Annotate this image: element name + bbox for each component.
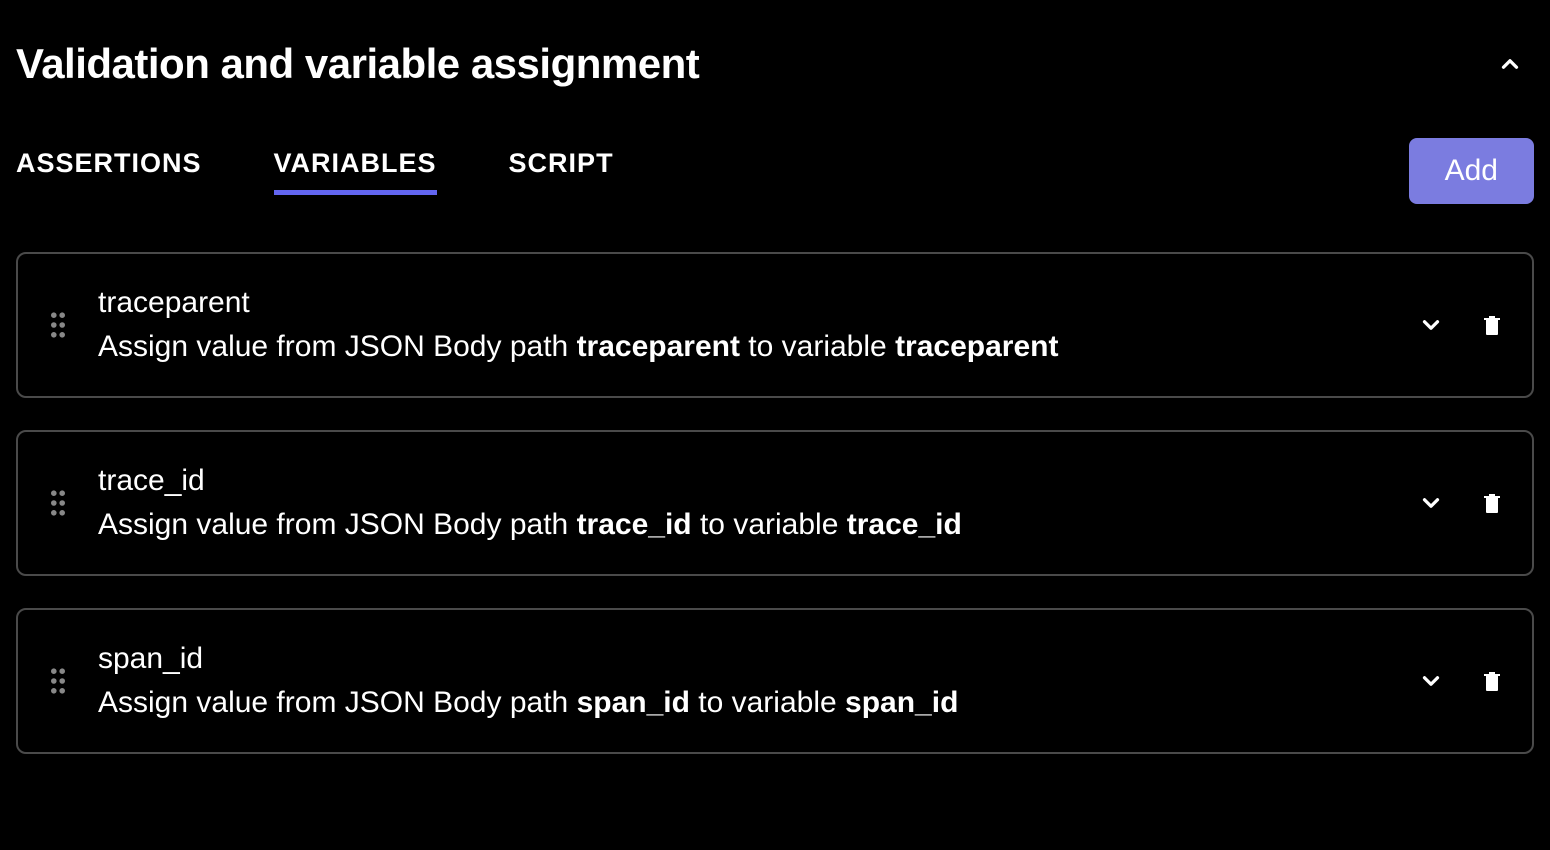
variable-card: traceparent Assign value from JSON Body …: [16, 252, 1534, 398]
variable-content: traceparent Assign value from JSON Body …: [98, 286, 1390, 364]
delete-variable-button[interactable]: [1480, 489, 1504, 517]
variable-name: span_id: [98, 642, 1390, 676]
card-actions: [1418, 311, 1504, 339]
expand-variable-button[interactable]: [1418, 312, 1444, 338]
chevron-down-icon: [1418, 490, 1444, 516]
drag-dots-icon: [49, 667, 67, 695]
card-actions: [1418, 667, 1504, 695]
drag-dots-icon: [49, 489, 67, 517]
variable-name: trace_id: [98, 464, 1390, 498]
delete-variable-button[interactable]: [1480, 667, 1504, 695]
drag-handle[interactable]: [46, 489, 70, 517]
expand-variable-button[interactable]: [1418, 668, 1444, 694]
expand-variable-button[interactable]: [1418, 490, 1444, 516]
tabs-container: ASSERTIONS VARIABLES SCRIPT: [16, 148, 614, 195]
drag-handle[interactable]: [46, 311, 70, 339]
trash-icon: [1480, 667, 1504, 695]
variable-card: span_id Assign value from JSON Body path…: [16, 608, 1534, 754]
section-title: Validation and variable assignment: [16, 40, 699, 88]
tab-assertions[interactable]: ASSERTIONS: [16, 148, 202, 195]
add-button[interactable]: Add: [1409, 138, 1534, 204]
delete-variable-button[interactable]: [1480, 311, 1504, 339]
tab-script[interactable]: SCRIPT: [509, 148, 614, 195]
card-actions: [1418, 489, 1504, 517]
tabs-row: ASSERTIONS VARIABLES SCRIPT Add: [16, 138, 1534, 204]
variable-description: Assign value from JSON Body path span_id…: [98, 686, 1390, 720]
drag-handle[interactable]: [46, 667, 70, 695]
section-header: Validation and variable assignment: [16, 40, 1534, 88]
trash-icon: [1480, 311, 1504, 339]
variable-list: traceparent Assign value from JSON Body …: [16, 252, 1534, 754]
collapse-toggle[interactable]: [1496, 50, 1524, 78]
variable-description: Assign value from JSON Body path tracepa…: [98, 330, 1390, 364]
tab-variables[interactable]: VARIABLES: [274, 148, 437, 195]
variable-name: traceparent: [98, 286, 1390, 320]
variable-content: span_id Assign value from JSON Body path…: [98, 642, 1390, 720]
chevron-up-icon: [1497, 51, 1523, 77]
variable-description: Assign value from JSON Body path trace_i…: [98, 508, 1390, 542]
trash-icon: [1480, 489, 1504, 517]
variable-card: trace_id Assign value from JSON Body pat…: [16, 430, 1534, 576]
chevron-down-icon: [1418, 312, 1444, 338]
drag-dots-icon: [49, 311, 67, 339]
chevron-down-icon: [1418, 668, 1444, 694]
variable-content: trace_id Assign value from JSON Body pat…: [98, 464, 1390, 542]
